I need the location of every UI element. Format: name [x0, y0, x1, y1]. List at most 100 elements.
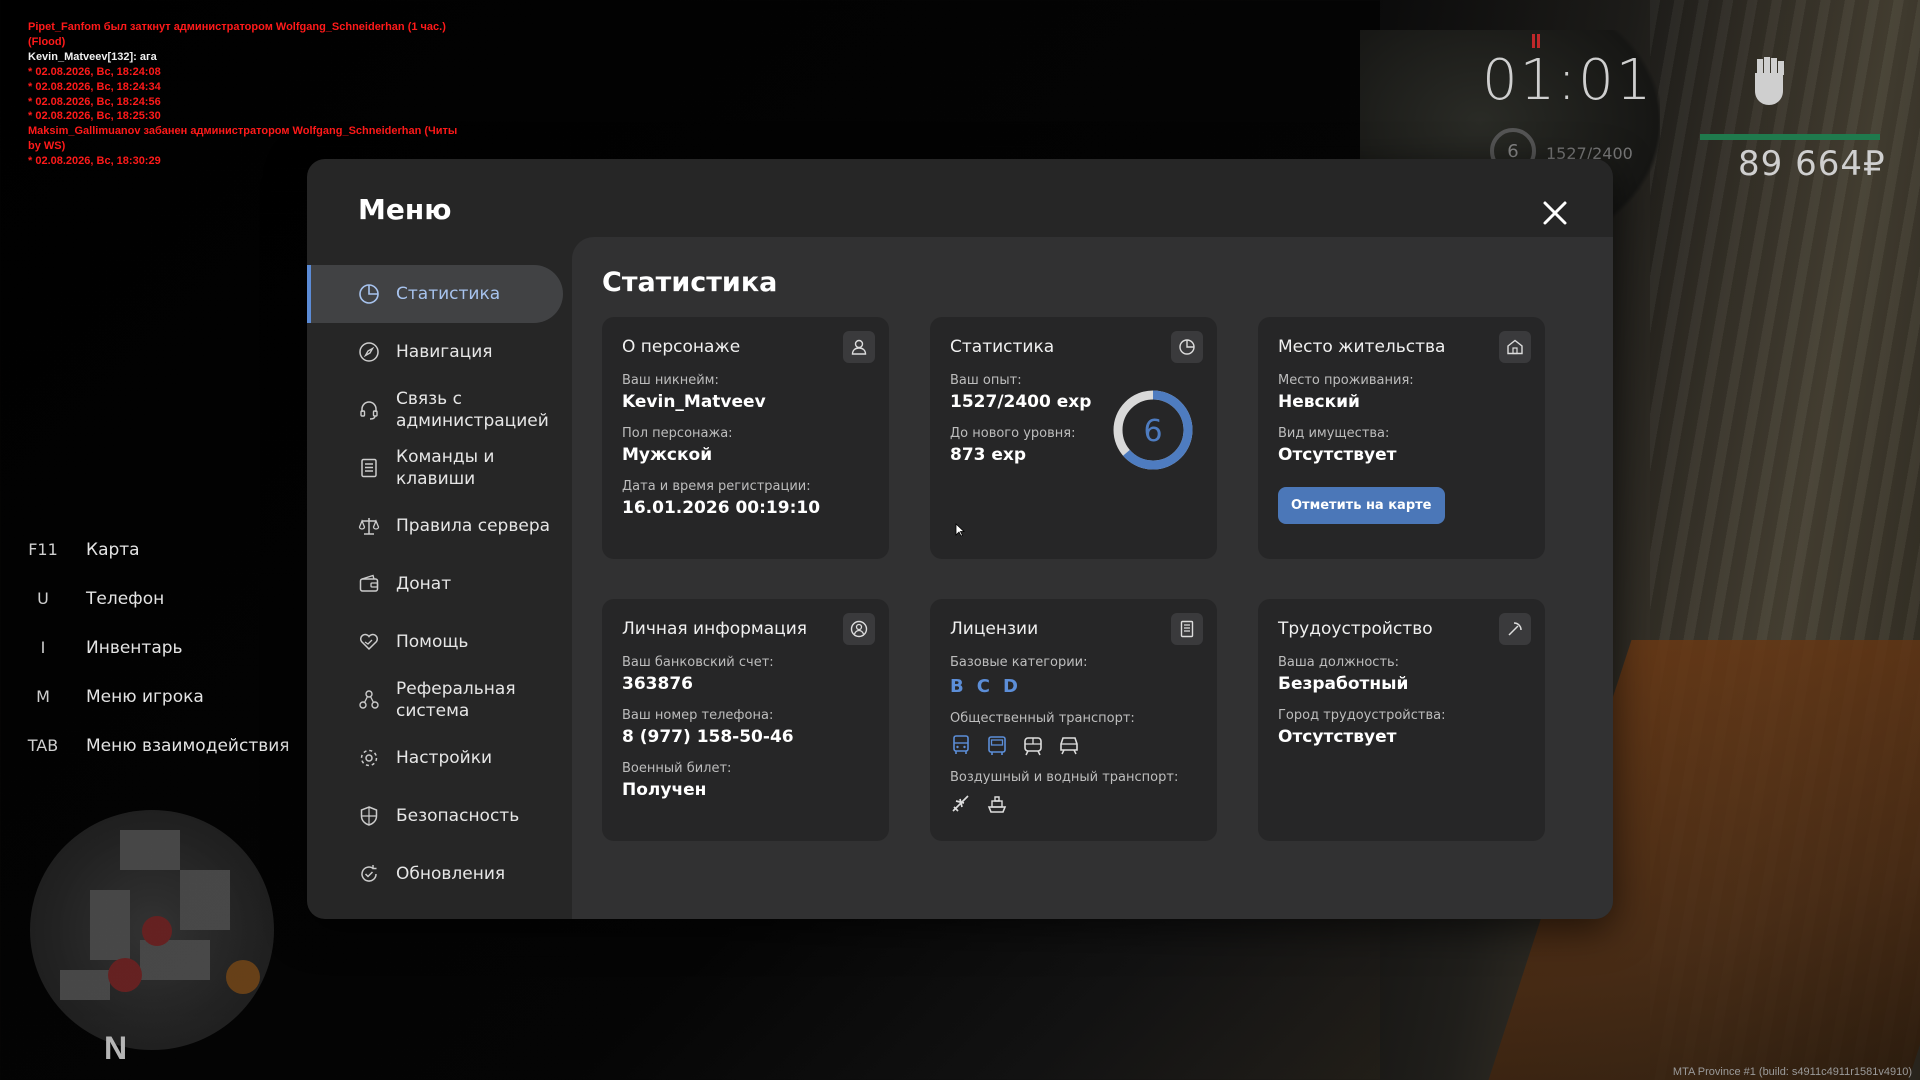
hotkey-key: U: [37, 589, 49, 608]
card-title: О персонаже: [622, 337, 741, 357]
chat-line: * 02.08.2026, Вс, 18:25:30: [28, 110, 161, 123]
field-label: Пол персонажа:: [622, 426, 733, 441]
card-personal-info: Личная информация Ваш банковский счет: 3…: [602, 599, 889, 841]
close-button[interactable]: [1537, 195, 1573, 231]
bus-icon: [953, 735, 969, 754]
card-title: Лицензии: [950, 619, 1039, 639]
chat-line: Maksim_Gallimuanov забанен администратор…: [28, 125, 458, 138]
hotkeys-list: F11 Карта U Телефон I Инвентарь M Меню игрок…: [20, 525, 290, 770]
sidebar-item-label: Связь с администрацией: [396, 389, 549, 431]
hotkey-label: Телефон: [86, 588, 165, 609]
hud-money: 89 664₽: [1738, 144, 1886, 184]
sidebar-item-label: Навигация: [396, 342, 493, 362]
mark-on-map-button[interactable]: Отметить на карте: [1278, 487, 1445, 524]
pie-chart-icon: [1171, 331, 1203, 363]
map-block: [120, 830, 180, 870]
sidebar-item-label: Правила сервера: [396, 516, 551, 536]
sidebar-item-label: Помощь: [396, 632, 469, 652]
sidebar-item-label: Статистика: [396, 284, 501, 304]
field-label: Ваша должность:: [1278, 655, 1400, 670]
hotkey-map[interactable]: F11 Карта: [20, 525, 290, 574]
card-employment: Трудоустройство Ваша должность: Безработ…: [1258, 599, 1545, 841]
license-categories: BCD: [950, 676, 1197, 697]
close-icon: [1543, 201, 1567, 225]
shield-icon: [357, 804, 381, 828]
hotkey-player-menu[interactable]: M Меню игрока: [20, 672, 290, 721]
heart-hand-icon: [357, 630, 381, 654]
sidebar-item-help[interactable]: Помощь: [307, 613, 563, 671]
military-id-value: Получен: [622, 780, 707, 800]
sidebar-item-donate[interactable]: Донат: [307, 555, 563, 613]
chat-line: by WS): [28, 140, 66, 153]
sidebar-item-navigation[interactable]: Навигация: [307, 323, 563, 381]
trolleybus-icon: [988, 736, 1006, 755]
card-residence: Место жительства Место проживания: Невск…: [1258, 317, 1545, 559]
hotkey-key: I: [40, 638, 46, 657]
field-label: Общественный транспорт:: [950, 711, 1135, 726]
hotkey-key: TAB: [27, 736, 59, 755]
hotkey-label: Карта: [86, 539, 140, 560]
home-icon: [1499, 331, 1531, 363]
field-label: Ваш банковский счет:: [622, 655, 774, 670]
train-icon: [1060, 737, 1078, 755]
sidebar-item-rules[interactable]: Правила сервера: [307, 497, 563, 555]
chat-line: * 02.08.2026, Вс, 18:24:08: [28, 65, 161, 78]
map-block: [60, 970, 110, 1000]
sidebar-item-updates[interactable]: Обновления: [307, 845, 563, 903]
public-transport-icons: [950, 734, 1197, 756]
hotkey-key: M: [36, 687, 50, 706]
sidebar-item-label: Обновления: [396, 864, 506, 884]
hotkey-label: Меню взаимодействия: [86, 735, 290, 756]
ship-icon: [987, 796, 1007, 813]
map-block: [90, 890, 130, 960]
fist-icon: [1746, 52, 1792, 110]
level-number: 6: [1143, 414, 1162, 449]
chat-line: (Flood): [28, 35, 66, 48]
field-label: Место проживания:: [1278, 373, 1414, 388]
sidebar-item-referral[interactable]: Реферальная система: [307, 671, 563, 729]
employment-city-value: Отсутствует: [1278, 727, 1397, 747]
sidebar-item-commands[interactable]: Команды и клавиши: [307, 439, 563, 497]
chat-line: * 02.08.2026, Вс, 18:24:34: [28, 80, 161, 93]
bank-account-value: 363876: [622, 674, 693, 694]
gender-value: Мужской: [622, 445, 713, 465]
minimap-north: N: [104, 1030, 128, 1066]
wallet-icon: [357, 572, 381, 596]
field-label: Дата и время регистрации:: [622, 479, 811, 494]
card-title: Трудоустройство: [1278, 619, 1433, 639]
license-category-d: D: [1002, 676, 1019, 697]
hotkey-interaction-menu[interactable]: TAB Меню взаимодействия: [20, 721, 290, 770]
minimap: [30, 810, 274, 1050]
field-label: Военный билет:: [622, 761, 732, 776]
phone-value: 8 (977) 158-50-46: [622, 727, 794, 747]
map-marker: [142, 916, 172, 946]
pie-chart-icon: [357, 282, 381, 306]
sidebar-item-label: Безопасность: [396, 806, 520, 826]
map-block: [180, 870, 230, 930]
content-panel: Статистика О персонаже Ваш никнейм: Kevi…: [572, 237, 1613, 919]
position-value: Безработный: [1278, 674, 1409, 694]
field-label: Ваш опыт:: [950, 373, 1022, 388]
license-category-c: C: [976, 676, 991, 697]
field-label: Город трудоустройства:: [1278, 708, 1446, 723]
hud-clock: 01:01: [1482, 48, 1654, 113]
hotkey-inventory[interactable]: I Инвентарь: [20, 623, 290, 672]
sidebar-item-security[interactable]: Безопасность: [307, 787, 563, 845]
map-marker: [108, 958, 142, 992]
nickname-value: Kevin_Matveev: [622, 392, 766, 412]
card-licenses: Лицензии Базовые категории: BCD Обществе…: [930, 599, 1217, 841]
map-block: [140, 940, 210, 980]
license-document-icon: [1171, 613, 1203, 645]
hotkey-phone[interactable]: U Телефон: [20, 574, 290, 623]
health-bar: [1700, 134, 1880, 140]
sidebar-item-admin-contact[interactable]: Связь с администрацией: [307, 381, 563, 439]
sidebar-item-statistics[interactable]: Статистика: [307, 265, 563, 323]
tram-icon: [1024, 737, 1042, 756]
sidebar-item-label: Донат: [396, 574, 452, 594]
sidebar: Статистика Навигация Связь с администрац…: [307, 265, 563, 903]
chat-line: Kevin_Matveev[132]: ага: [28, 50, 157, 63]
chat-log: Pipet_Fanfom был заткнут администратором…: [28, 20, 508, 169]
user-icon: [843, 331, 875, 363]
sidebar-item-settings[interactable]: Настройки: [307, 729, 563, 787]
alarm-indicator: [1532, 34, 1540, 48]
